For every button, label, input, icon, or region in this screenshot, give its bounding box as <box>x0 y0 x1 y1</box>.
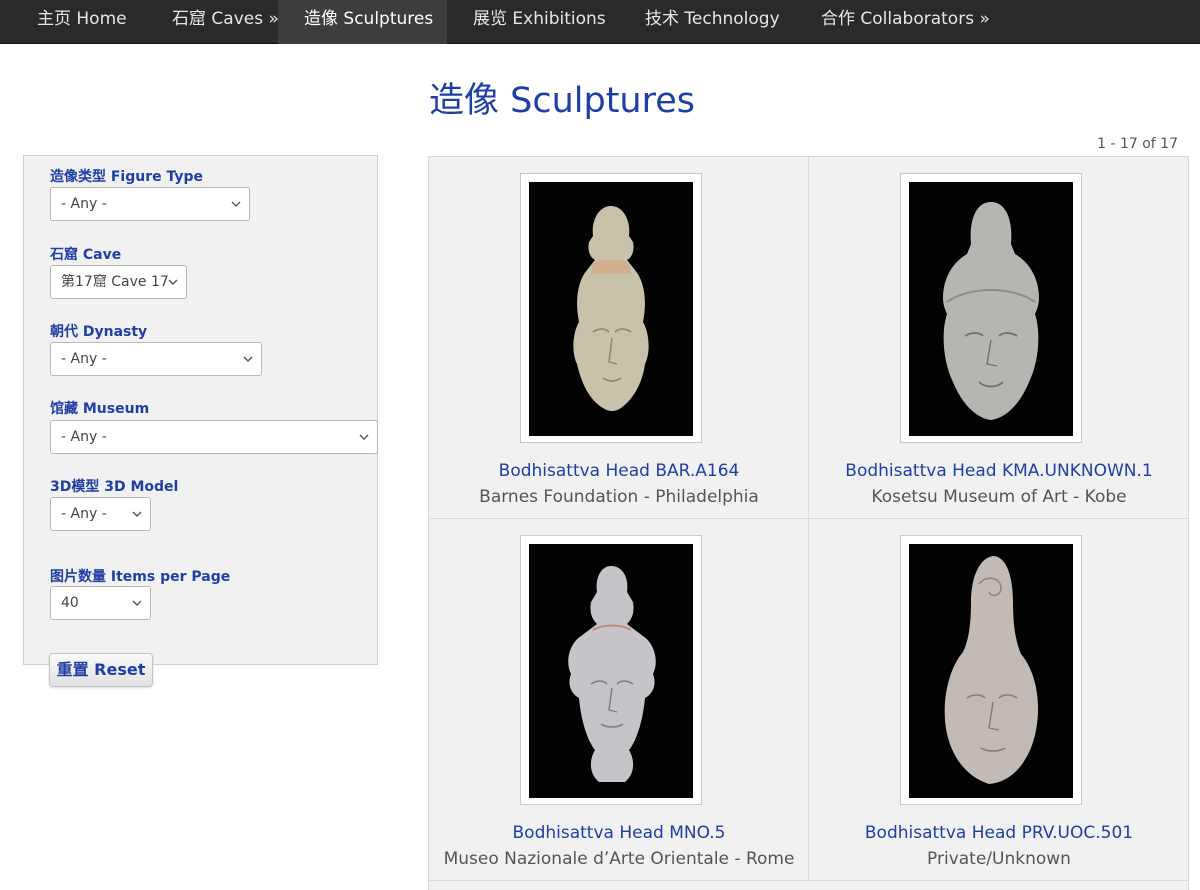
nav-item-collaborators[interactable]: 合作 Collaborators » <box>806 0 1005 44</box>
museum-label: 馆藏 Museum <box>50 401 150 417</box>
sculpture-photo <box>909 544 1073 798</box>
nav-item-sculptures[interactable]: 造像 Sculptures <box>278 0 447 44</box>
chevron-down-icon <box>243 356 253 362</box>
figure-type-value: - Any - <box>61 196 107 212</box>
result-title-link[interactable]: Bodhisattva Head PRV.UOC.501 <box>809 823 1189 843</box>
result-location: Museo Nazionale d’Arte Orientale - Rome <box>443 849 795 869</box>
3d-model-value: - Any - <box>61 506 107 522</box>
result-title-link[interactable]: Bodhisattva Head MNO.5 <box>429 823 809 843</box>
filter-panel: 造像类型 Figure Type - Any - 石窟 Cave 第17窟 Ca… <box>23 155 378 665</box>
result-thumbnail[interactable] <box>520 535 702 805</box>
figure-type-label: 造像类型 Figure Type <box>50 169 204 185</box>
page-title: 造像 Sculptures <box>429 81 696 121</box>
result-card: Bodhisattva Head PRV.UOC.501 Private/Unk… <box>809 519 1189 881</box>
cave-select[interactable]: 第17窟 Cave 17 <box>50 265 187 299</box>
items-per-page-value: 40 <box>61 595 79 611</box>
chevron-down-icon <box>359 434 369 440</box>
3d-model-label: 3D模型 3D Model <box>50 479 179 495</box>
nav-item-exhibitions[interactable]: 展览 Exhibitions <box>458 0 621 44</box>
result-location: Kosetsu Museum of Art - Kobe <box>871 487 1127 507</box>
nav-item-technology[interactable]: 技术 Technology <box>630 0 795 44</box>
result-location: Barnes Foundation - Philadelphia <box>479 487 759 507</box>
chevron-down-icon <box>132 600 142 606</box>
result-location: Private/Unknown <box>927 849 1071 869</box>
museum-select[interactable]: - Any - <box>50 420 378 454</box>
figure-type-select[interactable]: - Any - <box>50 187 250 221</box>
result-card: Bodhisattva Head MNO.5 Museo Nazionale d… <box>429 519 809 881</box>
chevron-down-icon <box>231 201 241 207</box>
dynasty-value: - Any - <box>61 351 107 367</box>
sculpture-photo <box>529 182 693 436</box>
reset-button[interactable]: 重置 Reset <box>49 653 153 687</box>
chevron-down-icon <box>132 511 142 517</box>
result-card: Bodhisattva Head BAR.A164 Barnes Foundat… <box>429 157 809 519</box>
result-thumbnail[interactable] <box>900 173 1082 443</box>
sculpture-photo <box>529 544 693 798</box>
museum-value: - Any - <box>61 429 107 445</box>
result-thumbnail[interactable] <box>520 173 702 443</box>
dynasty-label: 朝代 Dynasty <box>50 324 148 340</box>
nav-item-caves[interactable]: 石窟 Caves » <box>157 0 294 44</box>
3d-model-select[interactable]: - Any - <box>50 497 151 531</box>
results-grid: Bodhisattva Head BAR.A164 Barnes Foundat… <box>428 156 1189 890</box>
items-per-page-select[interactable]: 40 <box>50 586 151 620</box>
results-summary: 1 - 17 of 17 <box>1097 136 1178 152</box>
dynasty-select[interactable]: - Any - <box>50 342 262 376</box>
chevron-down-icon <box>168 279 178 285</box>
result-title-link[interactable]: Bodhisattva Head BAR.A164 <box>429 461 809 481</box>
cave-label: 石窟 Cave <box>50 247 122 263</box>
result-title-link[interactable]: Bodhisattva Head KMA.UNKNOWN.1 <box>809 461 1189 481</box>
nav-item-home[interactable]: 主页 Home <box>22 0 142 44</box>
sculpture-photo <box>909 182 1073 436</box>
result-card: Bodhisattva Head KMA.UNKNOWN.1 Kosetsu M… <box>809 157 1189 519</box>
items-per-page-label: 图片数量 Items per Page <box>50 569 231 585</box>
cave-value: 第17窟 Cave 17 <box>61 274 169 290</box>
result-thumbnail[interactable] <box>900 535 1082 805</box>
top-navigation: 主页 Home 石窟 Caves » 造像 Sculptures 展览 Exhi… <box>0 0 1200 44</box>
